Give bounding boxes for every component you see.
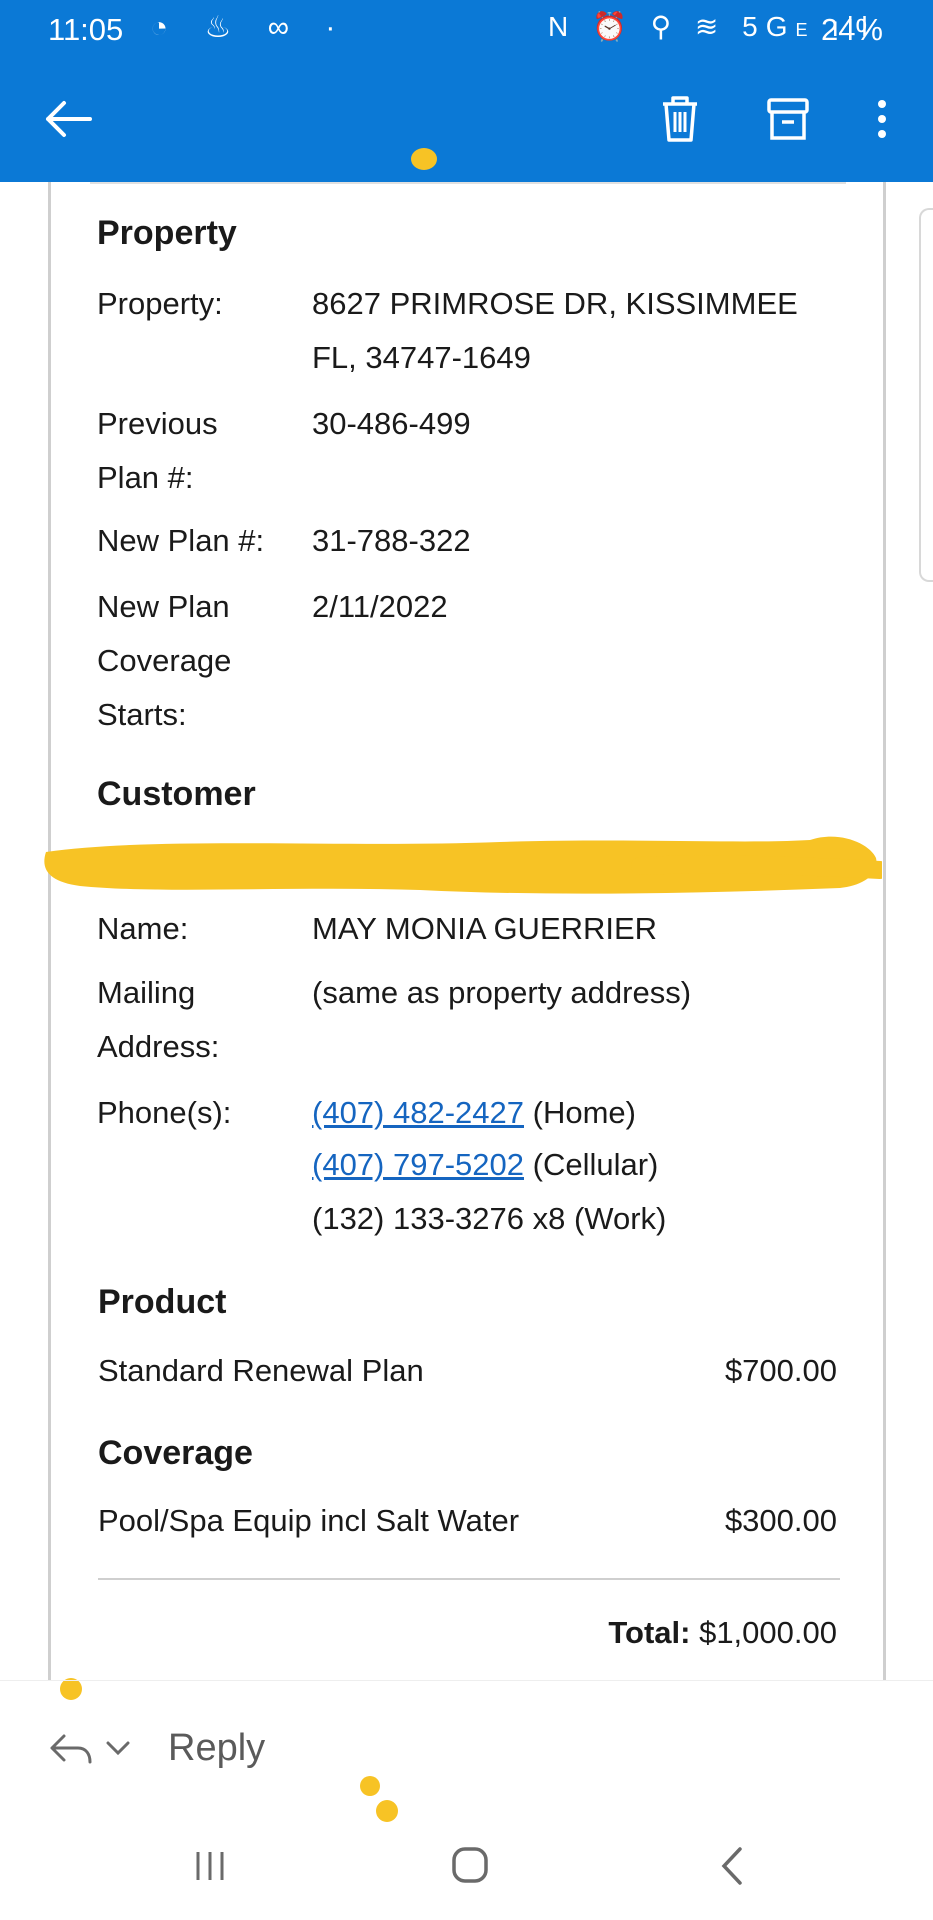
battery-level: 24% <box>820 12 883 47</box>
phone-type: (Work) <box>573 1201 667 1236</box>
redaction-mark <box>44 836 882 894</box>
nav-back-icon[interactable] <box>718 1845 746 1887</box>
recents-icon[interactable] <box>192 1848 228 1884</box>
previous-plan-label-2: Plan #: <box>97 460 194 495</box>
property-label: Property: <box>97 286 223 321</box>
new-plan-value: 31-788-322 <box>312 523 471 558</box>
highlight-mark <box>411 148 437 170</box>
network-sub: E <box>795 20 816 40</box>
phone-link[interactable]: (407) 482-2427 <box>312 1095 524 1130</box>
phones-label: Phone(s): <box>97 1095 232 1130</box>
phone-type: (Home) <box>532 1095 636 1130</box>
arrow-left-icon[interactable] <box>38 95 98 143</box>
property-heading: Property <box>97 214 237 252</box>
product-price: $700.00 <box>724 1353 837 1388</box>
phone-link[interactable]: (407) 797-5202 <box>312 1147 524 1182</box>
total-value: $1,000.00 <box>699 1615 837 1650</box>
total-divider <box>98 1578 840 1580</box>
notification-icons: ◔ ♨ ∞ · <box>150 11 350 44</box>
phone-number: (132) 133-3276 x8 <box>312 1201 566 1236</box>
property-address-line1: 8627 PRIMROSE DR, KISSIMMEE <box>312 286 798 321</box>
customer-heading: Customer <box>97 775 256 813</box>
new-plan-label: New Plan #: <box>97 523 265 558</box>
status-bar: 11:05 ◔ ♨ ∞ · N ⏰ ⚲ ≋ 5GE ıll 24% <box>0 0 933 60</box>
coverage-heading: Coverage <box>98 1434 253 1472</box>
total-row: Total: $1,000.00 <box>608 1606 837 1660</box>
phone-row: (407) 482-2427 (Home) <box>312 1086 636 1140</box>
total-label: Total: <box>608 1615 691 1650</box>
name-value: MAY MONIA GUERRIER <box>312 911 658 946</box>
home-icon[interactable] <box>450 1845 490 1885</box>
coverage-price: $300.00 <box>724 1503 837 1538</box>
property-address-line2: FL, 34747-1649 <box>312 340 531 375</box>
mailing-label-2: Address: <box>97 1029 220 1064</box>
network-indicator: 5G <box>742 11 796 42</box>
name-label: Name: <box>97 911 189 946</box>
chevron-down-icon[interactable] <box>104 1738 132 1758</box>
reply-bar <box>0 1680 933 1791</box>
coverage-start-label-2: Coverage <box>97 643 232 678</box>
status-time: 11:05 <box>48 12 124 47</box>
phone-row: (132) 133-3276 x8 (Work) <box>312 1192 666 1246</box>
divider <box>90 182 846 184</box>
mailing-label-1: Mailing <box>97 975 196 1010</box>
coverage-start-label-3: Starts: <box>97 697 187 732</box>
coverage-start-value: 2/11/2022 <box>312 589 448 624</box>
coverage-start-label-1: New Plan <box>97 589 230 624</box>
trash-icon[interactable] <box>655 92 705 146</box>
reply-icon[interactable] <box>46 1728 94 1768</box>
phone-type: (Cellular) <box>532 1147 659 1182</box>
archive-icon[interactable] <box>763 92 813 146</box>
app-bar: 11:05 ◔ ♨ ∞ · N ⏰ ⚲ ≋ 5GE ıll 24% <box>0 0 933 182</box>
phone-row: (407) 797-5202 (Cellular) <box>312 1138 658 1192</box>
reply-button[interactable]: Reply <box>168 1727 265 1770</box>
scroll-handle[interactable] <box>919 208 933 582</box>
mailing-value: (same as property address) <box>312 975 692 1010</box>
product-item: Standard Renewal Plan <box>98 1353 424 1388</box>
more-vert-icon[interactable] <box>862 92 902 146</box>
product-heading: Product <box>98 1283 227 1321</box>
previous-plan-value: 30-486-499 <box>312 406 471 441</box>
previous-plan-label-1: Previous <box>97 406 218 441</box>
coverage-item: Pool/Spa Equip incl Salt Water <box>98 1503 520 1538</box>
